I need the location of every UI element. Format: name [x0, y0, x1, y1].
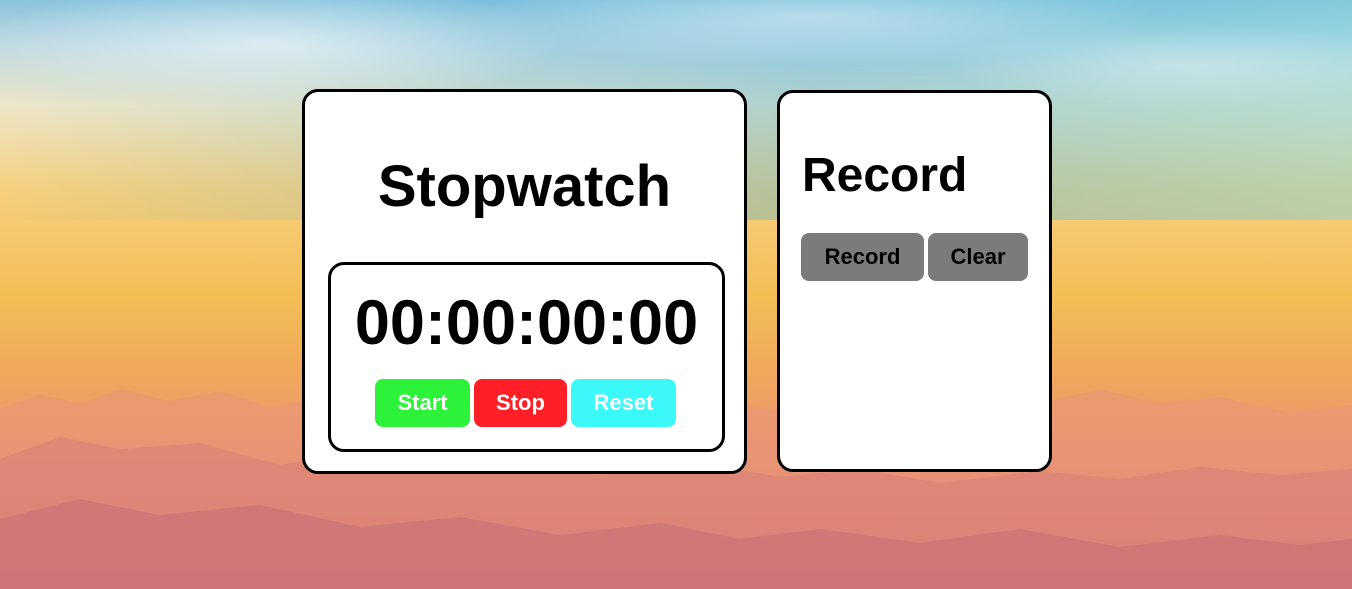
stopwatch-title: Stopwatch: [377, 154, 672, 219]
timer-display: 00:00:00:00: [354, 288, 699, 358]
record-title: Record: [802, 149, 968, 202]
record-card: Record Record Clear: [777, 90, 1052, 472]
stopwatch-controls: Start Stop Reset: [375, 379, 676, 427]
clear-button[interactable]: Clear: [928, 233, 1028, 281]
reset-button[interactable]: Reset: [571, 379, 676, 427]
start-button[interactable]: Start: [375, 379, 470, 427]
stopwatch-card: Stopwatch 00:00:00:00 Start Stop Reset: [302, 89, 747, 474]
record-controls: Record Clear: [801, 233, 1028, 281]
timer-panel: 00:00:00:00 Start Stop Reset: [328, 262, 725, 452]
record-button[interactable]: Record: [801, 233, 924, 281]
stop-button[interactable]: Stop: [474, 379, 567, 427]
